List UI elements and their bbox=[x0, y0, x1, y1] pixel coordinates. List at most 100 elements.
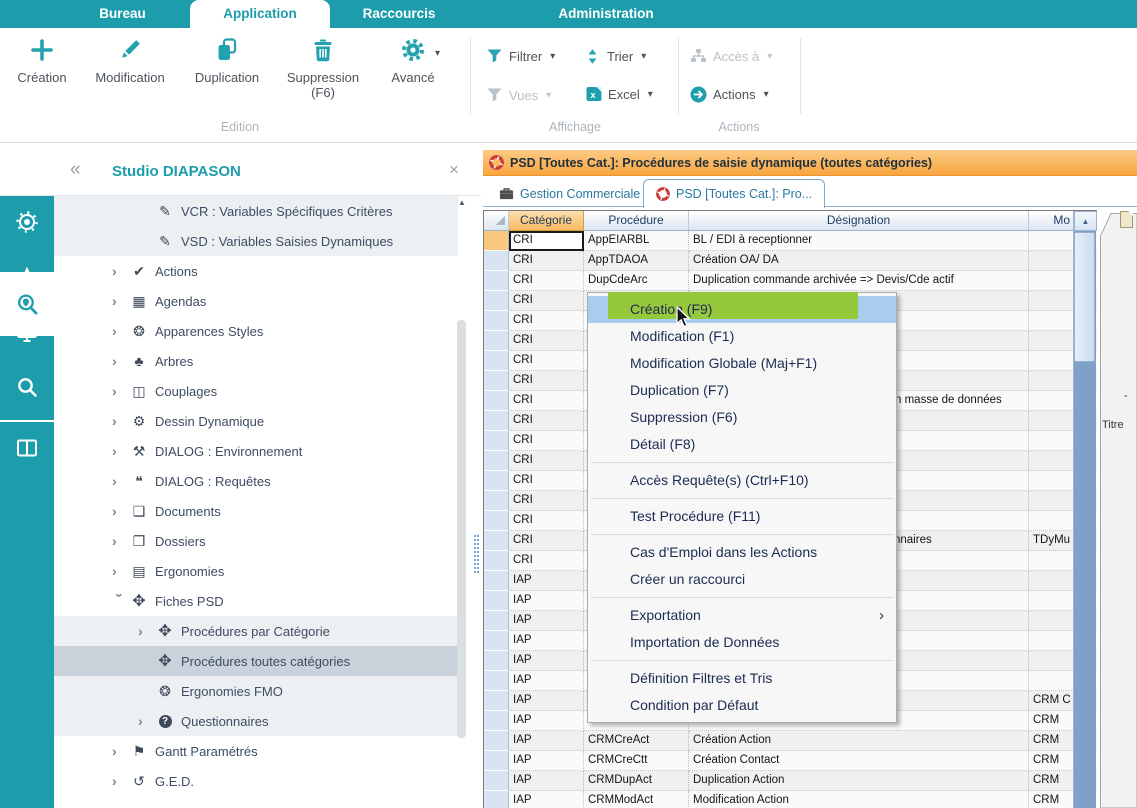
context-menu-item[interactable]: Condition par Défaut › bbox=[588, 692, 896, 719]
row-selector[interactable] bbox=[484, 791, 509, 808]
context-menu-item[interactable]: › bbox=[588, 530, 896, 539]
context-menu-item[interactable]: Importation de Données › bbox=[588, 629, 896, 656]
column-header-categorie[interactable]: Catégorie bbox=[509, 211, 584, 231]
cell-mo[interactable]: CRM bbox=[1029, 711, 1074, 731]
cell-procedure[interactable]: CRMCreCtt bbox=[584, 751, 689, 771]
column-header-procedure[interactable]: Procédure bbox=[584, 211, 689, 231]
menubar-tab[interactable]: Application bbox=[190, 0, 330, 28]
row-selector[interactable] bbox=[484, 291, 509, 311]
cell-categorie[interactable]: CRI bbox=[509, 451, 584, 471]
cell-mo[interactable]: CRM bbox=[1029, 771, 1074, 791]
row-selector[interactable] bbox=[484, 711, 509, 731]
cell-categorie[interactable]: CRI bbox=[509, 531, 584, 551]
row-selector[interactable] bbox=[484, 551, 509, 571]
row-selector[interactable] bbox=[484, 231, 509, 251]
cell-categorie[interactable]: CRI bbox=[509, 251, 584, 271]
row-selector[interactable] bbox=[484, 591, 509, 611]
sidebar-item-search[interactable] bbox=[0, 360, 54, 414]
row-selector[interactable] bbox=[484, 411, 509, 431]
chevron-down-icon[interactable]: ▾ bbox=[641, 51, 646, 62]
column-header-designation[interactable]: Désignation bbox=[689, 211, 1029, 231]
cell-categorie[interactable]: CRI bbox=[509, 511, 584, 531]
sidebar-item-helm[interactable] bbox=[0, 195, 54, 249]
cell-categorie[interactable]: IAP bbox=[509, 751, 584, 771]
row-selector[interactable] bbox=[484, 651, 509, 671]
cell-categorie[interactable]: IAP bbox=[509, 591, 584, 611]
cell-mo[interactable] bbox=[1029, 451, 1074, 471]
context-menu-item[interactable]: › bbox=[588, 593, 896, 602]
cell-categorie[interactable]: IAP bbox=[509, 771, 584, 791]
cell-designation[interactable]: Duplication commande archivée => Devis/C… bbox=[689, 271, 1029, 291]
cell-mo[interactable] bbox=[1029, 231, 1074, 251]
chevron-right-icon[interactable]: › bbox=[112, 743, 128, 759]
tree-item[interactable]: › ✥ Procédures par Catégorie bbox=[54, 616, 458, 646]
tree-item[interactable]: › ♣ Arbres bbox=[54, 346, 458, 376]
cell-designation[interactable]: Duplication Action bbox=[689, 771, 1029, 791]
row-selector[interactable] bbox=[484, 271, 509, 291]
cell-categorie[interactable]: CRI bbox=[509, 431, 584, 451]
row-selector[interactable] bbox=[484, 751, 509, 771]
context-menu-item[interactable]: Détail (F8) › bbox=[588, 431, 896, 458]
chevron-down-icon[interactable]: ▾ bbox=[435, 48, 440, 59]
cell-designation[interactable]: BL / EDI à receptionner bbox=[689, 231, 1029, 251]
context-menu-item[interactable]: Accès Requête(s) (Ctrl+F10) › bbox=[588, 467, 896, 494]
cell-mo[interactable] bbox=[1029, 591, 1074, 611]
chevron-right-icon[interactable]: › bbox=[138, 713, 154, 729]
cell-mo[interactable] bbox=[1029, 611, 1074, 631]
cell-mo[interactable] bbox=[1029, 351, 1074, 371]
row-selector[interactable] bbox=[484, 331, 509, 351]
chevron-right-icon[interactable]: › bbox=[112, 263, 128, 279]
chevron-right-icon[interactable]: › bbox=[112, 533, 128, 549]
cell-procedure[interactable]: AppTDAOA bbox=[584, 251, 689, 271]
row-selector[interactable] bbox=[484, 771, 509, 791]
cell-categorie[interactable]: CRI bbox=[509, 311, 584, 331]
context-menu-item[interactable]: Modification (F1) › bbox=[588, 323, 896, 350]
cell-categorie[interactable]: IAP bbox=[509, 791, 584, 808]
tab-psd-toutes-cat[interactable]: PSD [Toutes Cat.]: Pro... bbox=[643, 179, 825, 208]
cell-mo[interactable]: CRM bbox=[1029, 791, 1074, 808]
cell-categorie[interactable]: CRI bbox=[509, 231, 584, 251]
cell-designation[interactable]: Création Action bbox=[689, 731, 1029, 751]
close-icon[interactable]: × bbox=[449, 160, 459, 180]
cell-mo[interactable] bbox=[1029, 251, 1074, 271]
context-menu-item[interactable]: Duplication (F7) › bbox=[588, 377, 896, 404]
cell-mo[interactable] bbox=[1029, 491, 1074, 511]
tree-item[interactable]: › ✥ Fiches PSD bbox=[54, 586, 458, 616]
cell-categorie[interactable]: CRI bbox=[509, 411, 584, 431]
suppression-button[interactable]: Suppression(F6) bbox=[276, 34, 370, 100]
cell-designation[interactable]: Création OA/ DA bbox=[689, 251, 1029, 271]
acces-a-button[interactable]: Accès à ▾ bbox=[690, 48, 772, 64]
cell-procedure[interactable]: CRMDupAct bbox=[584, 771, 689, 791]
table-row[interactable]: IAP CRMDupAct Duplication Action CRM bbox=[484, 771, 1097, 791]
sidebar-item-pin-search[interactable] bbox=[0, 272, 54, 336]
cell-mo[interactable] bbox=[1029, 471, 1074, 491]
tree-item[interactable]: › ❂ Ergonomies FMO bbox=[54, 676, 458, 706]
chevron-right-icon[interactable]: › bbox=[138, 623, 154, 639]
cell-mo[interactable]: TDyMu bbox=[1029, 531, 1074, 551]
cell-mo[interactable] bbox=[1029, 271, 1074, 291]
row-selector[interactable] bbox=[484, 491, 509, 511]
chevron-right-icon[interactable]: › bbox=[112, 563, 128, 579]
actions-button[interactable]: Actions ▾ bbox=[690, 86, 769, 103]
row-selector[interactable] bbox=[484, 531, 509, 551]
filtrer-button[interactable]: Filtrer ▾ bbox=[486, 48, 555, 64]
cell-mo[interactable] bbox=[1029, 671, 1074, 691]
cell-designation[interactable]: Création Contact bbox=[689, 751, 1029, 771]
context-menu-item[interactable]: Test Procédure (F11) › bbox=[588, 503, 896, 530]
modification-button[interactable]: Modification bbox=[82, 34, 178, 85]
row-selector[interactable] bbox=[484, 251, 509, 271]
trier-button[interactable]: Trier ▾ bbox=[584, 48, 646, 65]
chevron-right-icon[interactable]: › bbox=[112, 443, 128, 459]
cell-mo[interactable]: CRM C bbox=[1029, 691, 1074, 711]
table-row[interactable]: CRI AppEIARBL BL / EDI à receptionner bbox=[484, 231, 1097, 251]
tree-item[interactable]: › ❂ Apparences Styles bbox=[54, 316, 458, 346]
cell-mo[interactable] bbox=[1029, 571, 1074, 591]
tree-item[interactable]: › ❐ Dossiers bbox=[54, 526, 458, 556]
excel-button[interactable]: x Excel ▾ bbox=[586, 86, 653, 102]
cell-mo[interactable]: CRM bbox=[1029, 751, 1074, 771]
tree-item[interactable]: › ❏ Documents bbox=[54, 496, 458, 526]
splitter-handle[interactable] bbox=[474, 535, 479, 573]
cell-categorie[interactable]: CRI bbox=[509, 371, 584, 391]
tree-item[interactable]: › ◫ Couplages bbox=[54, 376, 458, 406]
avance-button[interactable]: ▾ Avancé bbox=[382, 34, 444, 85]
